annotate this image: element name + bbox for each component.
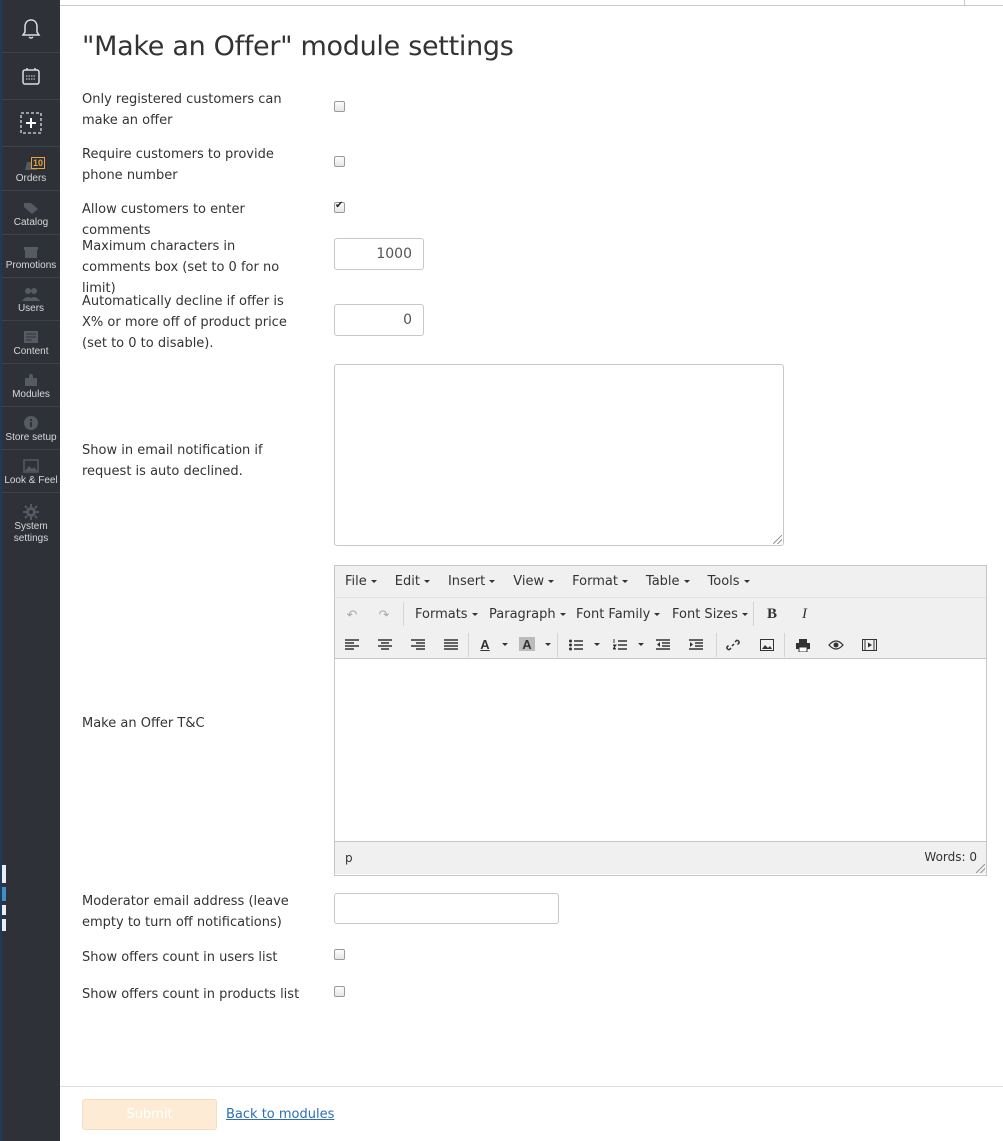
users-icon [22, 287, 40, 301]
align-center-icon[interactable] [377, 638, 393, 652]
require-phone-checkbox[interactable] [334, 156, 345, 167]
outdent-icon[interactable] [655, 638, 671, 652]
element-path[interactable]: p [345, 851, 353, 865]
add-block-icon [20, 112, 42, 134]
puzzle-icon [22, 373, 40, 387]
registered-only-checkbox[interactable] [334, 101, 345, 112]
submit-button[interactable]: Submit [82, 1099, 217, 1130]
sidebar-item-look-feel[interactable]: Look & Feel [2, 450, 60, 493]
word-count: Words: 0 [924, 850, 977, 864]
italic-button[interactable]: I [802, 606, 807, 623]
require-phone-label: Require customers to provide phone numbe… [82, 147, 274, 183]
text-color-icon[interactable]: A [477, 637, 493, 652]
products-count-checkbox[interactable] [334, 986, 345, 997]
gift-icon [22, 244, 40, 258]
sidebar-item-label: Look & Feel [4, 475, 58, 486]
font-family-dropdown[interactable]: Font Family [576, 607, 661, 622]
back-to-modules-link[interactable]: Back to modules [226, 1107, 334, 1122]
gear-icon [22, 504, 40, 520]
formats-dropdown[interactable]: Formats [415, 607, 478, 622]
media-icon[interactable] [861, 638, 877, 652]
sidebar-item-label: System settings [13, 521, 49, 544]
align-justify-icon[interactable] [443, 638, 459, 652]
orders-badge: 10 [31, 157, 46, 169]
insert-image-icon[interactable] [759, 638, 775, 652]
users-count-checkbox[interactable] [334, 949, 345, 960]
bullet-list-icon[interactable] [568, 638, 584, 652]
link-icon[interactable] [725, 638, 741, 652]
products-count-label: Show offers count in products list [82, 987, 300, 1002]
sidebar-item-promotions[interactable]: Promotions [2, 235, 60, 278]
sidebar-item-label: Store setup [5, 432, 57, 443]
sidebar-item-content[interactable]: Content [2, 321, 60, 364]
menu-file[interactable]: File [345, 574, 377, 589]
editor-toolbar: ↶ ↷ Formats Paragraph Font Family Font S… [335, 598, 986, 659]
moderator-email-label: Moderator email address (leave empty to … [82, 894, 289, 930]
sidebar-item-catalog[interactable]: Catalog [2, 192, 60, 235]
sidebar-notifications[interactable] [2, 6, 60, 53]
sidebar-item-label: Catalog [13, 217, 49, 228]
content-icon [22, 330, 40, 344]
editor-menubar: File Edit Insert View Format Table Tools [335, 566, 986, 598]
menu-insert[interactable]: Insert [448, 574, 496, 589]
menu-view[interactable]: View [513, 574, 555, 589]
menu-format[interactable]: Format [572, 574, 628, 589]
auto-decline-input[interactable]: 0 [334, 304, 424, 336]
sidebar: 10 Orders Catalog Promotions Users Conte… [0, 0, 60, 1141]
max-chars-input[interactable]: 1000 [334, 238, 424, 270]
resize-grip[interactable] [773, 535, 782, 544]
sidebar-item-label: Content [13, 346, 49, 357]
registered-only-label: Only registered customers can make an of… [82, 92, 282, 128]
sidebar-item-store-setup[interactable]: Store setup [2, 407, 60, 450]
page-title: "Make an Offer" module settings [82, 31, 514, 62]
allow-comments-label: Allow customers to enter comments [82, 202, 245, 238]
sidebar-item-system-settings[interactable]: System settings [2, 493, 60, 550]
bell-icon [21, 19, 41, 39]
sidebar-item-users[interactable]: Users [2, 278, 60, 321]
editor-statusbar: p Words: 0 [335, 841, 986, 874]
tnc-rich-text-editor: File Edit Insert View Format Table Tools… [334, 565, 987, 876]
print-icon[interactable] [795, 638, 811, 652]
max-chars-label: Maximum characters in comments box (set … [82, 239, 280, 296]
sidebar-item-orders[interactable]: 10 Orders [2, 148, 60, 191]
tnc-label: Make an Offer T&C [82, 716, 205, 731]
editor-content-area[interactable] [335, 659, 986, 841]
sidebar-item-label: Promotions [5, 260, 57, 271]
sidebar-item-label: Modules [12, 389, 50, 400]
numbered-list-icon[interactable] [612, 638, 628, 652]
sidebar-item-label: Users [17, 303, 45, 314]
moderator-email-input[interactable] [334, 893, 559, 924]
paragraph-dropdown[interactable]: Paragraph [489, 607, 566, 622]
decline-email-textarea[interactable] [334, 364, 784, 546]
align-right-icon[interactable] [410, 638, 426, 652]
sidebar-edge-marks [2, 865, 6, 935]
editor-resize-grip[interactable] [976, 864, 985, 873]
preview-eye-icon[interactable] [828, 638, 844, 652]
redo-icon[interactable]: ↷ [376, 607, 392, 622]
decline-email-label: Show in email notification if request is… [82, 443, 263, 479]
sidebar-item-modules[interactable]: Modules [2, 364, 60, 407]
image-icon [22, 459, 40, 473]
auto-decline-label: Automatically decline if offer is X% or … [82, 294, 287, 351]
menu-edit[interactable]: Edit [395, 574, 430, 589]
menu-table[interactable]: Table [646, 574, 690, 589]
background-color-icon[interactable]: A [519, 637, 535, 652]
sidebar-storefront[interactable] [2, 53, 60, 100]
allow-comments-checkbox[interactable] [334, 200, 345, 213]
sidebar-add-block[interactable] [2, 100, 60, 147]
users-count-label: Show offers count in users list [82, 950, 278, 965]
align-left-icon[interactable] [344, 638, 360, 652]
sidebar-item-label: Orders [15, 173, 47, 184]
info-icon [22, 416, 40, 430]
storefront-icon [22, 68, 40, 85]
bold-button[interactable]: B [767, 606, 777, 623]
menu-tools[interactable]: Tools [708, 574, 750, 589]
indent-icon[interactable] [688, 638, 704, 652]
tag-icon [22, 201, 40, 215]
undo-icon[interactable]: ↶ [344, 607, 360, 622]
font-sizes-dropdown[interactable]: Font Sizes [672, 607, 748, 622]
top-bar-edge [60, 0, 1003, 6]
